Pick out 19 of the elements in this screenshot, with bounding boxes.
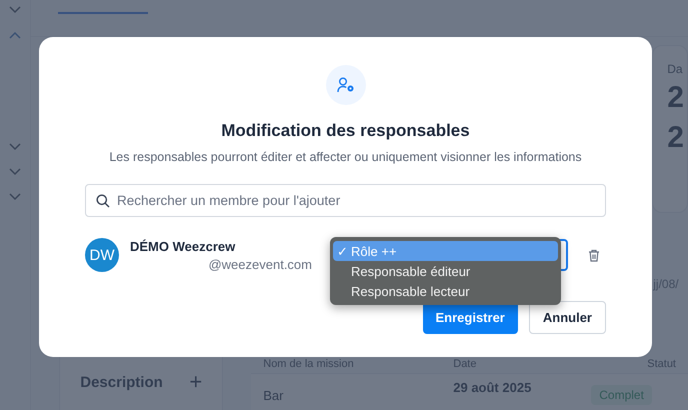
table-cell-text: 29 août 2025 xyxy=(453,380,532,395)
member-name: DÉMO Weezcrew xyxy=(130,238,236,254)
trash-icon[interactable] xyxy=(588,248,600,262)
search-icon xyxy=(96,194,110,208)
dialog-subtitle: Les responsables pourront éditer et affecter ou uniquement visionner les informations xyxy=(109,150,582,164)
avatar: DW xyxy=(85,238,119,272)
menu-option[interactable]: Responsable éditeur xyxy=(333,261,558,281)
panel-title: Description xyxy=(80,374,163,390)
add-button[interactable]: + xyxy=(189,373,202,391)
cancel-button[interactable]: Annuler xyxy=(528,301,606,334)
search-field[interactable]: Rechercher un membre pour l'ajouter xyxy=(85,184,606,217)
menu-option[interactable]: Responsable lecteur xyxy=(333,281,558,301)
card-value: 2 xyxy=(667,80,685,116)
menu-option[interactable]: ✓ Rôle ++ xyxy=(333,241,558,261)
member-email: @weezevent.com xyxy=(208,256,312,272)
user-settings-icon xyxy=(336,77,354,93)
dialog-title: Modification des responsables xyxy=(221,121,470,141)
card-value: 2 xyxy=(667,120,685,156)
table-cell-text: Bar xyxy=(263,388,284,402)
